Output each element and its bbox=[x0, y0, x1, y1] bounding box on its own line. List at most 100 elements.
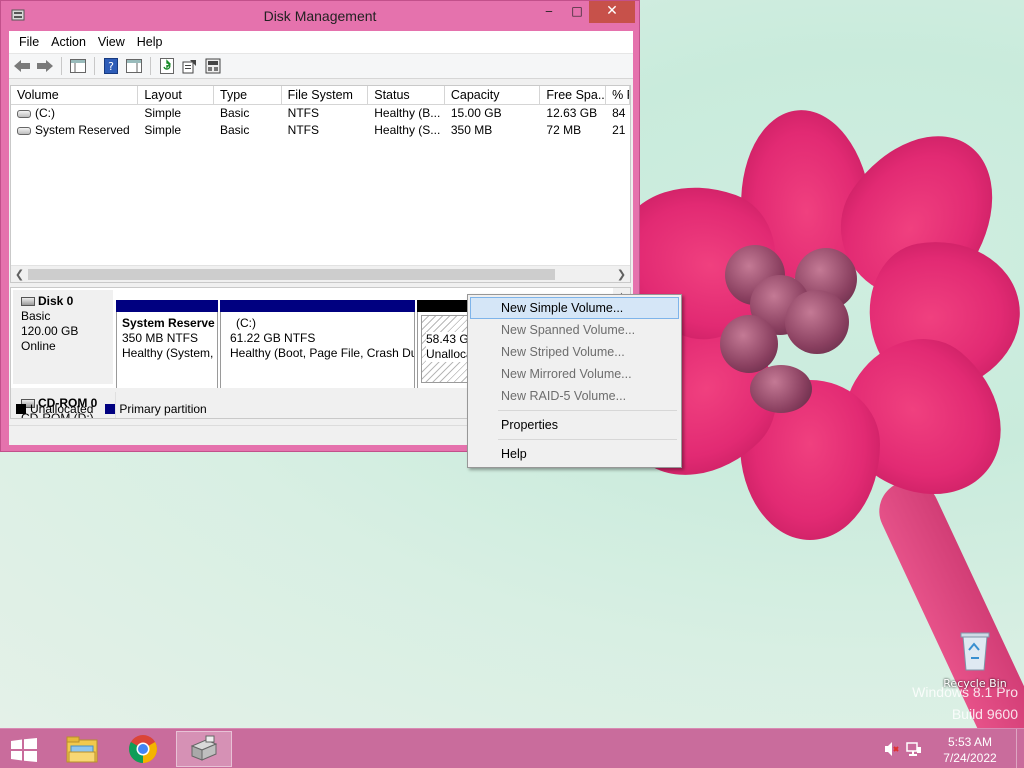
cell-free-space: 12.63 GB bbox=[546, 106, 598, 120]
column-header-percent-free[interactable]: % F bbox=[606, 86, 630, 104]
volume-list: Volume Layout Type File System Status Ca… bbox=[10, 85, 631, 283]
menu-item-new-striped-volume[interactable]: New Striped Volume... bbox=[470, 341, 679, 363]
hard-disk-icon bbox=[21, 297, 35, 306]
close-button[interactable]: ✕ bbox=[589, 1, 635, 23]
cell-volume: (C:) bbox=[35, 106, 55, 120]
partition-c-drive[interactable]: (C:) 61.22 GB NTFS Healthy (Boot, Page F… bbox=[220, 300, 415, 390]
action-pane-icon bbox=[126, 59, 142, 73]
partition-status: Healthy (System, bbox=[122, 346, 214, 360]
cell-free-space: 72 MB bbox=[546, 123, 582, 137]
partition-size: 61.22 GB NTFS bbox=[230, 331, 316, 345]
menu-item-new-simple-volume[interactable]: New Simple Volume... bbox=[470, 297, 679, 319]
disk-0-info[interactable]: Disk 0 Basic 120.00 GB Online bbox=[13, 290, 113, 384]
toolbar-separator bbox=[150, 57, 151, 75]
windows-logo-icon bbox=[11, 738, 37, 762]
forward-arrow-icon bbox=[37, 60, 53, 72]
toolbar-separator bbox=[61, 57, 62, 75]
table-row[interactable]: (C:) Simple Basic NTFS Healthy (B... 15.… bbox=[11, 105, 630, 122]
table-row[interactable]: System Reserved Simple Basic NTFS Health… bbox=[11, 122, 630, 139]
computer-management-icon bbox=[190, 735, 218, 761]
scroll-right-icon[interactable]: ❯ bbox=[613, 266, 630, 282]
cell-file-system: NTFS bbox=[287, 106, 320, 120]
help-book-icon: ? bbox=[104, 58, 118, 74]
taskbar-disk-management[interactable] bbox=[176, 731, 232, 767]
partition-system-reserved[interactable]: System Reserve 350 MB NTFS Healthy (Syst… bbox=[116, 300, 218, 390]
partition-size: 350 MB NTFS bbox=[122, 331, 199, 345]
taskbar-file-explorer[interactable] bbox=[54, 731, 110, 767]
taskbar-chrome[interactable] bbox=[115, 731, 171, 767]
menu-item-help[interactable]: Help bbox=[470, 443, 679, 465]
cell-percent-free: 21 bbox=[612, 123, 626, 137]
disk-0-size: 120.00 GB bbox=[21, 324, 79, 338]
maximize-button[interactable]: □ bbox=[563, 1, 591, 23]
watermark-build: Build 9600 bbox=[951, 706, 1018, 722]
menu-bar: File Action View Help bbox=[9, 31, 633, 53]
system-tray: 5:53 AM 7/24/2022 bbox=[884, 729, 1024, 768]
disk-0-state: Online bbox=[21, 339, 56, 353]
column-header-status[interactable]: Status bbox=[368, 86, 445, 104]
toolbar-separator bbox=[94, 57, 95, 75]
back-button[interactable] bbox=[12, 56, 32, 76]
column-header-capacity[interactable]: Capacity bbox=[445, 86, 541, 104]
show-desktop-button[interactable] bbox=[1016, 729, 1024, 768]
cell-status: Healthy (S... bbox=[374, 123, 441, 137]
svg-text:?: ? bbox=[108, 60, 114, 73]
partition-name: System Reserve bbox=[122, 316, 215, 330]
chrome-icon bbox=[129, 735, 157, 763]
volume-muted-icon[interactable] bbox=[884, 741, 900, 760]
recycle-bin-shortcut[interactable]: Recycle Bin bbox=[940, 630, 1010, 690]
legend-primary-label: Primary partition bbox=[119, 402, 207, 416]
menu-item-new-spanned-volume[interactable]: New Spanned Volume... bbox=[470, 319, 679, 341]
cell-status: Healthy (B... bbox=[374, 106, 441, 120]
cell-percent-free: 84 bbox=[612, 106, 626, 120]
forward-button[interactable] bbox=[35, 56, 55, 76]
menu-view[interactable]: View bbox=[92, 35, 131, 49]
start-button[interactable] bbox=[10, 738, 38, 762]
menu-action[interactable]: Action bbox=[45, 35, 92, 49]
legend-unallocated-swatch bbox=[16, 404, 26, 414]
minimize-button[interactable]: ‒ bbox=[535, 1, 563, 23]
back-arrow-icon bbox=[14, 60, 30, 72]
menu-item-new-raid5-volume[interactable]: New RAID-5 Volume... bbox=[470, 385, 679, 407]
menu-file[interactable]: File bbox=[13, 35, 45, 49]
cell-file-system: NTFS bbox=[287, 123, 320, 137]
show-hide-action-pane-button[interactable] bbox=[124, 56, 144, 76]
menu-item-properties[interactable]: Properties bbox=[470, 414, 679, 436]
column-header-layout[interactable]: Layout bbox=[138, 86, 214, 104]
partition-status: Healthy (Boot, Page File, Crash Du bbox=[230, 346, 415, 360]
scroll-left-icon[interactable]: ❮ bbox=[11, 266, 28, 282]
console-tree-icon bbox=[70, 59, 86, 73]
drive-icon bbox=[17, 127, 31, 135]
taskbar: 5:53 AM 7/24/2022 bbox=[0, 728, 1024, 768]
cell-type: Basic bbox=[220, 123, 250, 137]
disk-0-name: Disk 0 bbox=[38, 294, 74, 308]
taskbar-clock[interactable]: 5:53 AM 7/24/2022 bbox=[938, 734, 1002, 766]
show-hide-console-tree-button[interactable] bbox=[68, 56, 88, 76]
column-header-volume[interactable]: Volume bbox=[11, 86, 139, 104]
title-bar[interactable]: Disk Management ‒ □ ✕ bbox=[1, 1, 639, 31]
file-explorer-icon bbox=[66, 736, 98, 763]
properties-icon bbox=[182, 60, 196, 74]
network-icon[interactable] bbox=[906, 741, 922, 760]
legend-unallocated-label: Unallocated bbox=[30, 402, 94, 416]
toolbar: ? bbox=[9, 53, 633, 79]
primary-partition-bar bbox=[116, 300, 218, 312]
properties-toolbar-button[interactable] bbox=[180, 56, 200, 76]
cell-layout: Simple bbox=[144, 106, 182, 120]
disk-settings-button[interactable] bbox=[203, 56, 223, 76]
disk-settings-icon bbox=[205, 58, 221, 74]
refresh-icon bbox=[160, 58, 174, 74]
refresh-button[interactable] bbox=[157, 56, 177, 76]
horizontal-scrollbar[interactable]: ❮ ❯ bbox=[11, 265, 630, 282]
legend: Unallocated Primary partition bbox=[12, 401, 207, 417]
column-header-file-system[interactable]: File System bbox=[282, 86, 369, 104]
menu-help[interactable]: Help bbox=[131, 35, 169, 49]
help-button[interactable]: ? bbox=[101, 56, 121, 76]
partition-name: (C:) bbox=[236, 316, 256, 330]
partition-body: (C:) 61.22 GB NTFS Healthy (Boot, Page F… bbox=[220, 312, 415, 390]
column-header-free-space[interactable]: Free Spa... bbox=[540, 86, 607, 104]
scrollbar-thumb[interactable] bbox=[28, 269, 555, 280]
legend-primary-swatch bbox=[105, 404, 116, 414]
column-header-type[interactable]: Type bbox=[214, 86, 282, 104]
menu-item-new-mirrored-volume[interactable]: New Mirrored Volume... bbox=[470, 363, 679, 385]
